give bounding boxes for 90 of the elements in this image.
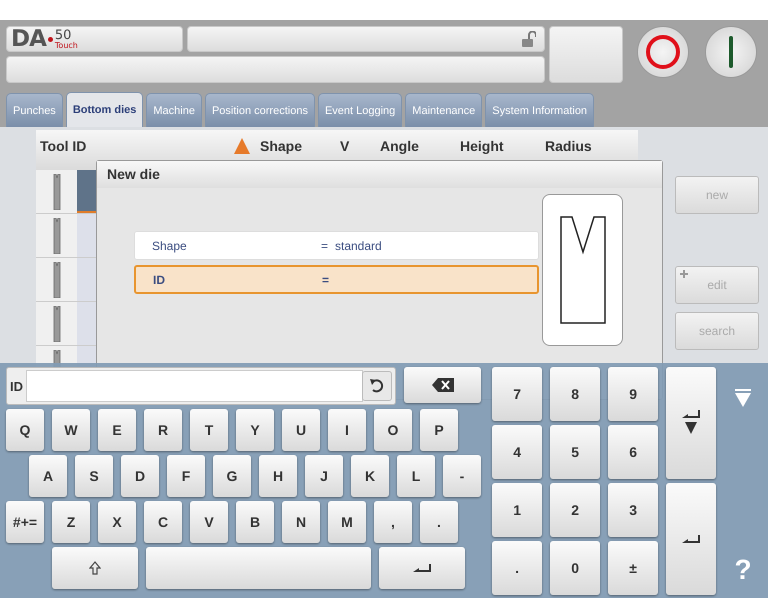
numpad-key[interactable]: 3	[608, 483, 658, 537]
numpad-key[interactable]: 4	[492, 425, 542, 479]
keyboard-key[interactable]: O	[374, 409, 412, 451]
keyboard-key[interactable]: G	[213, 455, 251, 497]
die-icon	[52, 262, 60, 298]
lock-open-icon[interactable]	[522, 31, 536, 47]
die-icon	[52, 306, 60, 342]
keyboard-key[interactable]: H	[259, 455, 297, 497]
numpad-key[interactable]: 1	[492, 483, 542, 537]
field-value: standard	[335, 238, 382, 252]
column-header[interactable]: V	[336, 138, 376, 154]
keyboard-key[interactable]: P	[420, 409, 458, 451]
keyboard-key[interactable]: F	[167, 455, 205, 497]
dialog-title: New die	[97, 161, 662, 188]
plus-icon	[680, 270, 688, 278]
enter-down-icon	[682, 410, 700, 436]
keyboard-key[interactable]: T	[190, 409, 228, 451]
keyboard-key[interactable]: L	[397, 455, 435, 497]
column-header[interactable]: Tool ID	[36, 138, 256, 154]
equals-sign: =	[321, 238, 330, 252]
numpad-key[interactable]: 6	[608, 425, 658, 479]
keyboard-key[interactable]: Q	[6, 409, 44, 451]
keyboard-key[interactable]: N	[282, 501, 320, 543]
column-header[interactable]: Height	[456, 138, 541, 154]
space-key[interactable]	[146, 547, 371, 589]
logo-model: 50	[54, 28, 72, 42]
equals-sign: =	[322, 272, 330, 286]
keyboard-key[interactable]: V	[190, 501, 228, 543]
enter-key[interactable]	[379, 547, 465, 589]
keyboard-key[interactable]: E	[98, 409, 136, 451]
sort-icon[interactable]	[232, 138, 252, 154]
enter-icon	[682, 535, 700, 543]
enter-icon	[413, 564, 431, 572]
numpad-key[interactable]: ±	[608, 541, 658, 595]
keyboard-key[interactable]: R	[144, 409, 182, 451]
undo-icon	[369, 378, 385, 394]
table-row[interactable]	[77, 214, 97, 257]
keyboard-key[interactable]: U	[282, 409, 320, 451]
keyboard-key[interactable]: C	[144, 501, 182, 543]
enter-next-key[interactable]	[666, 367, 716, 479]
keyboard-key[interactable]: M	[328, 501, 366, 543]
field-label: Shape	[151, 238, 188, 252]
field-label: ID	[152, 272, 166, 286]
keyboard-key[interactable]: A	[29, 455, 67, 497]
tab[interactable]: Bottom dies	[66, 92, 144, 127]
keyboard-key[interactable]: ,	[374, 501, 412, 543]
undo-button[interactable]	[362, 371, 392, 401]
die-icon	[52, 218, 60, 254]
column-header[interactable]: Shape	[256, 138, 336, 154]
shift-icon	[89, 561, 101, 575]
keyboard-key[interactable]: Y	[236, 409, 274, 451]
keyboard-key[interactable]: #+=	[6, 501, 44, 543]
table-row[interactable]	[77, 258, 97, 301]
backspace-key[interactable]	[404, 367, 481, 403]
stop-button[interactable]	[637, 26, 689, 78]
stop-icon	[645, 34, 681, 70]
shift-key[interactable]	[52, 547, 138, 589]
dialog-field[interactable]: Shape = standard	[134, 231, 539, 260]
numpad-key[interactable]: .	[492, 541, 542, 595]
keyboard-key[interactable]: D	[121, 455, 159, 497]
numpad-key[interactable]: 9	[608, 367, 658, 421]
keyboard-key[interactable]: .	[420, 501, 458, 543]
keyboard-key[interactable]: -	[443, 455, 481, 497]
dialog-field[interactable]: ID =	[134, 265, 539, 294]
table-row[interactable]	[77, 302, 97, 345]
keyboard-key[interactable]: I	[328, 409, 366, 451]
numpad-key[interactable]: 7	[492, 367, 542, 421]
numpad-key[interactable]: 5	[550, 425, 600, 479]
numpad-key[interactable]: 2	[550, 483, 600, 537]
numpad-key[interactable]: 8	[550, 367, 600, 421]
backspace-icon	[432, 378, 454, 392]
keyboard-key[interactable]: J	[305, 455, 343, 497]
table-row[interactable]	[77, 170, 97, 213]
column-header[interactable]: Angle	[376, 138, 456, 154]
logo-brand: DA	[11, 28, 46, 50]
id-input-field[interactable]: ID	[6, 367, 396, 405]
start-icon	[728, 36, 734, 68]
column-header[interactable]: Radius	[541, 138, 601, 154]
keyboard-key[interactable]: S	[75, 455, 113, 497]
keyboard-key[interactable]: B	[236, 501, 274, 543]
keyboard-key[interactable]: W	[52, 409, 90, 451]
logo-edition: Touch	[54, 42, 78, 50]
die-icon	[52, 174, 60, 210]
dot-icon	[48, 36, 53, 42]
numpad-key[interactable]: 0	[550, 541, 600, 595]
keyboard-key[interactable]: K	[351, 455, 389, 497]
keyboard-key[interactable]: X	[98, 501, 136, 543]
hide-keyboard-icon[interactable]	[735, 389, 752, 407]
keyboard-key[interactable]: Z	[52, 501, 90, 543]
start-button[interactable]	[705, 26, 757, 78]
